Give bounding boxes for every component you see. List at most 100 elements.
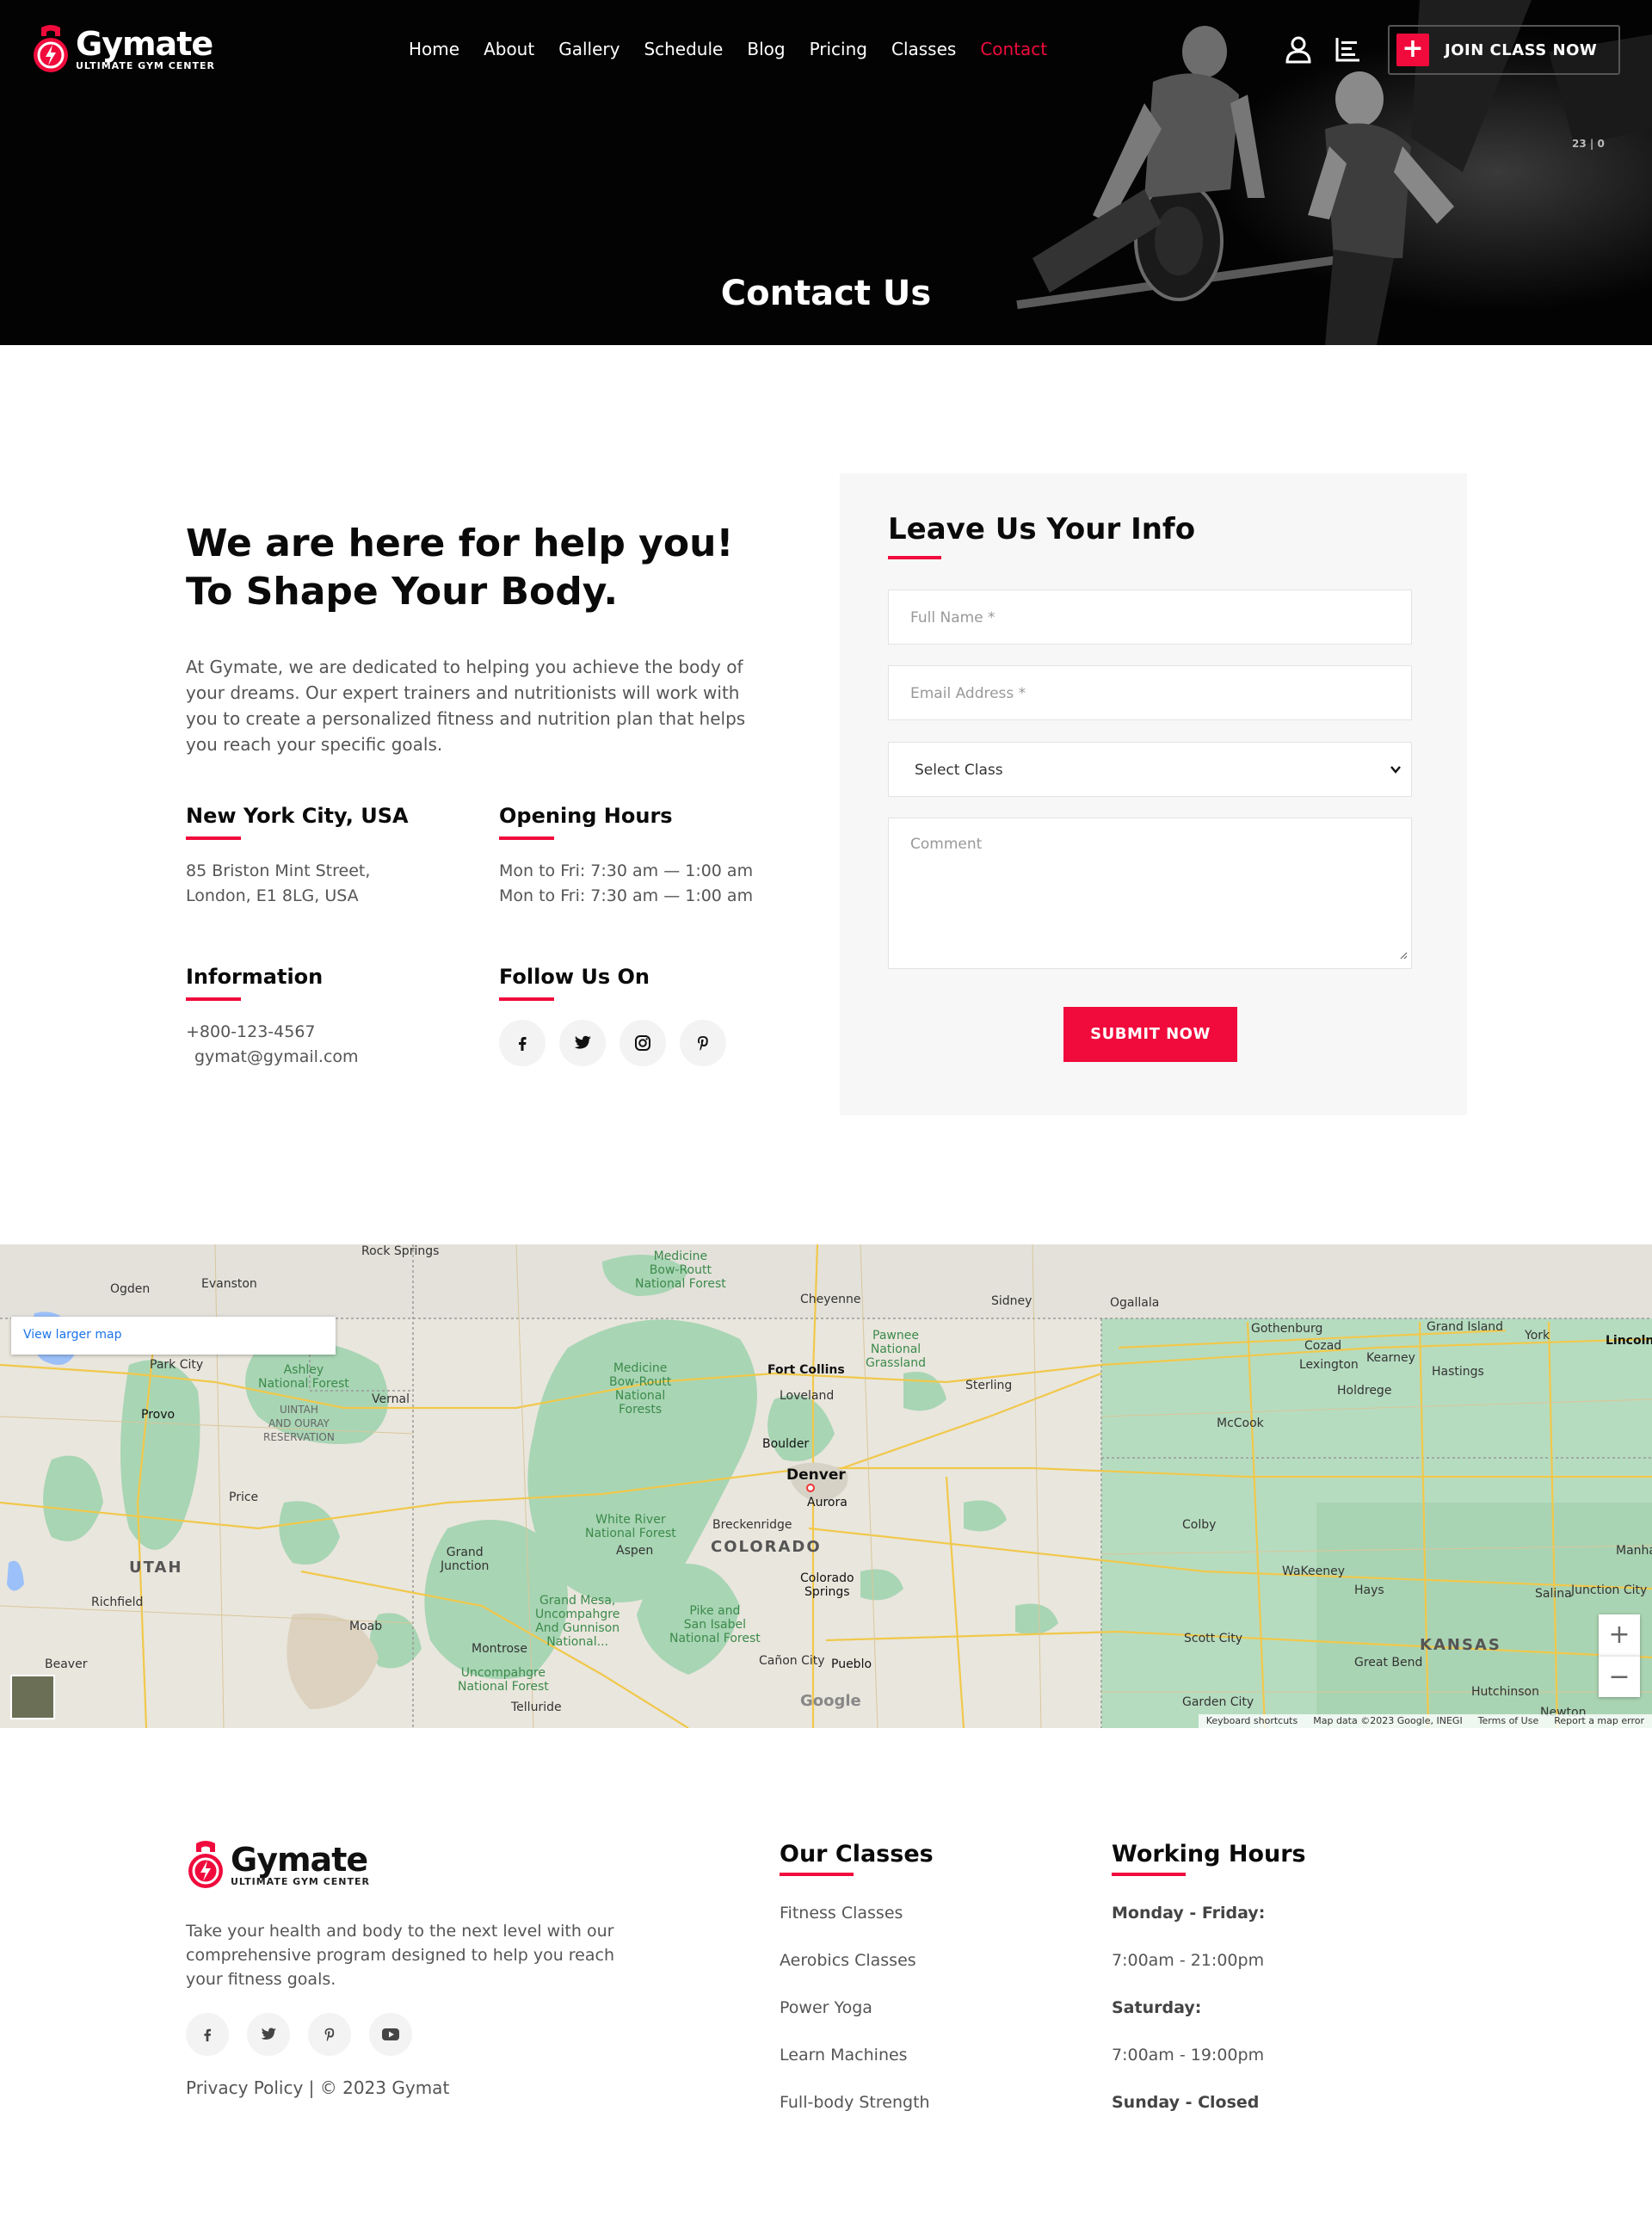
map-label: Cañon City — [759, 1654, 825, 1668]
comment-field[interactable]: Comment — [888, 818, 1412, 969]
map-label: UTAH — [129, 1559, 183, 1577]
map-label: Fort Collins — [767, 1363, 845, 1377]
help-heading: We are here for help you! To Shape Your … — [186, 522, 734, 614]
brand-logo[interactable]: Gymate ULTIMATE GYM CENTER — [31, 24, 215, 76]
join-class-button[interactable]: + JOIN CLASS NOW — [1388, 25, 1620, 75]
map-label: Pueblo — [831, 1657, 872, 1671]
map-label: Hutchinson — [1471, 1685, 1539, 1699]
map-label: Cheyenne — [800, 1293, 861, 1306]
class-link[interactable]: Fitness Classes — [780, 1890, 934, 1937]
map-label: Lincoln — [1606, 1334, 1652, 1348]
follow-block: Follow Us On — [499, 963, 740, 1066]
comment-placeholder: Comment — [910, 836, 983, 853]
nav-home[interactable]: Home — [409, 38, 459, 60]
footer-classes-column: Our Classes Fitness Classes Aerobics Cla… — [780, 1840, 934, 2126]
satellite-toggle[interactable] — [10, 1675, 55, 1719]
map-label: KANSAS — [1420, 1636, 1501, 1654]
nav-blog[interactable]: Blog — [747, 38, 785, 60]
map-label: Denver — [786, 1466, 846, 1484]
address-line-1: 85 Briston Mint Street, — [186, 861, 371, 880]
map-label: Scott City — [1184, 1632, 1243, 1645]
twitter-icon[interactable] — [559, 1020, 606, 1066]
nav-gallery[interactable]: Gallery — [558, 38, 620, 60]
join-class-label: JOIN CLASS NOW — [1445, 40, 1598, 59]
heading-underline — [186, 836, 241, 840]
map-label: Telluride — [511, 1701, 562, 1714]
nav-schedule[interactable]: Schedule — [644, 38, 723, 60]
class-link[interactable]: Aerobics Classes — [780, 1937, 934, 1985]
facebook-icon[interactable] — [499, 1020, 546, 1066]
heading-underline — [499, 997, 554, 1001]
submit-button[interactable]: SUBMIT NOW — [1063, 1007, 1237, 1062]
zoom-in-button[interactable]: + — [1599, 1614, 1640, 1656]
map-label: Hastings — [1432, 1365, 1484, 1379]
resize-handle-icon[interactable] — [1399, 946, 1408, 966]
facebook-icon[interactable] — [186, 2013, 229, 2056]
map-data-text: Map data ©2023 Google, INEGI — [1313, 1715, 1463, 1726]
hours-time: 7:00am - 19:00pm — [1112, 2046, 1265, 2065]
phone-number[interactable]: +800-123-4567 — [186, 1020, 359, 1045]
footer-logo[interactable]: Gymate ULTIMATE GYM CENTER — [186, 1840, 370, 1892]
report-error-link[interactable]: Report a map error — [1546, 1714, 1652, 1728]
map-label: Colby — [1182, 1518, 1217, 1532]
pinterest-icon[interactable] — [308, 2013, 351, 2056]
map-label: Lexington — [1299, 1358, 1359, 1372]
class-link[interactable]: Power Yoga — [780, 1985, 934, 2032]
view-larger-map-link[interactable]: View larger map — [11, 1317, 336, 1355]
map-label: Garden City — [1182, 1695, 1254, 1709]
map-label: White River National Forest — [585, 1513, 676, 1540]
follow-heading: Follow Us On — [499, 965, 650, 989]
brand-tagline: ULTIMATE GYM CENTER — [76, 60, 215, 71]
full-name-field[interactable]: Full Name * — [888, 589, 1412, 645]
class-link[interactable]: Full-body Strength — [780, 2079, 934, 2126]
map-label: Kearney — [1366, 1351, 1415, 1365]
keyboard-shortcuts-link[interactable]: Keyboard shortcuts — [1199, 1714, 1306, 1728]
brand-name: Gymate — [76, 25, 213, 63]
map-label: Colorado Springs — [800, 1571, 854, 1599]
class-link[interactable]: Learn Machines — [780, 2032, 934, 2079]
map-label: Medicine Bow-Routt National Forests — [609, 1361, 672, 1417]
hours-line-1: Mon to Fri: 7:30 am — 1:00 am — [499, 861, 754, 880]
map-label: Grand Mesa, Uncompahgre And Gunnison Nat… — [535, 1594, 620, 1649]
heading-underline — [499, 836, 554, 840]
instagram-icon[interactable] — [620, 1020, 666, 1066]
bars-icon[interactable] — [1334, 34, 1363, 64]
email-field[interactable]: Email Address * — [888, 665, 1412, 720]
map-label: Pawnee National Grassland — [866, 1329, 926, 1370]
zoom-out-button[interactable]: − — [1599, 1656, 1640, 1697]
hours-day: Monday - Friday: — [1112, 1904, 1266, 1923]
terms-link[interactable]: Terms of Use — [1470, 1714, 1547, 1728]
map-label: Sterling — [965, 1379, 1013, 1392]
map-label: Medicine Bow-Routt National Forest — [635, 1250, 726, 1291]
footer-hours-column: Working Hours Monday - Friday: 7:00am - … — [1112, 1840, 1306, 2126]
location-map[interactable]: Rock Springs Ogden Evanston Medicine Bow… — [0, 1244, 1652, 1728]
user-icon[interactable] — [1284, 34, 1313, 64]
opening-hours-block: Opening Hours Mon to Fri: 7:30 am — 1:00… — [499, 802, 753, 909]
map-label: Cozad — [1304, 1339, 1342, 1353]
address-line-2: London, E1 8LG, USA — [186, 886, 359, 905]
copyright[interactable]: Privacy Policy | © 2023 Gymat — [186, 2077, 449, 2098]
nav-classes[interactable]: Classes — [891, 38, 956, 60]
youtube-icon[interactable] — [369, 2013, 412, 2056]
hours-time: 7:00am - 21:00pm — [1112, 1951, 1265, 1970]
map-label: Grand Island — [1427, 1320, 1504, 1334]
nav-contact[interactable]: Contact — [980, 38, 1047, 60]
nav-about[interactable]: About — [484, 38, 534, 60]
map-label: Vernal — [372, 1392, 410, 1406]
hero-badge: 23 | 0 — [1572, 138, 1605, 150]
map-label: Pike and San Isabel National Forest — [669, 1604, 761, 1645]
pinterest-icon[interactable] — [680, 1020, 726, 1066]
social-links — [499, 1020, 740, 1066]
twitter-icon[interactable] — [247, 2013, 290, 2056]
map-label: McCook — [1217, 1417, 1264, 1430]
class-select[interactable]: Select Class — [888, 742, 1412, 797]
email-address[interactable]: gymat@gymail.com — [186, 1045, 359, 1070]
brand-name: Gymate — [231, 1841, 368, 1879]
map-label: Ashley National Forest — [258, 1363, 349, 1391]
map-label: Aurora — [807, 1496, 848, 1509]
kettlebell-icon — [186, 1840, 225, 1892]
page-title: Contact Us — [720, 274, 932, 313]
nav-pricing[interactable]: Pricing — [810, 38, 867, 60]
hours-day: Sunday - Closed — [1112, 2093, 1260, 2112]
map-label: Boulder — [762, 1437, 810, 1451]
